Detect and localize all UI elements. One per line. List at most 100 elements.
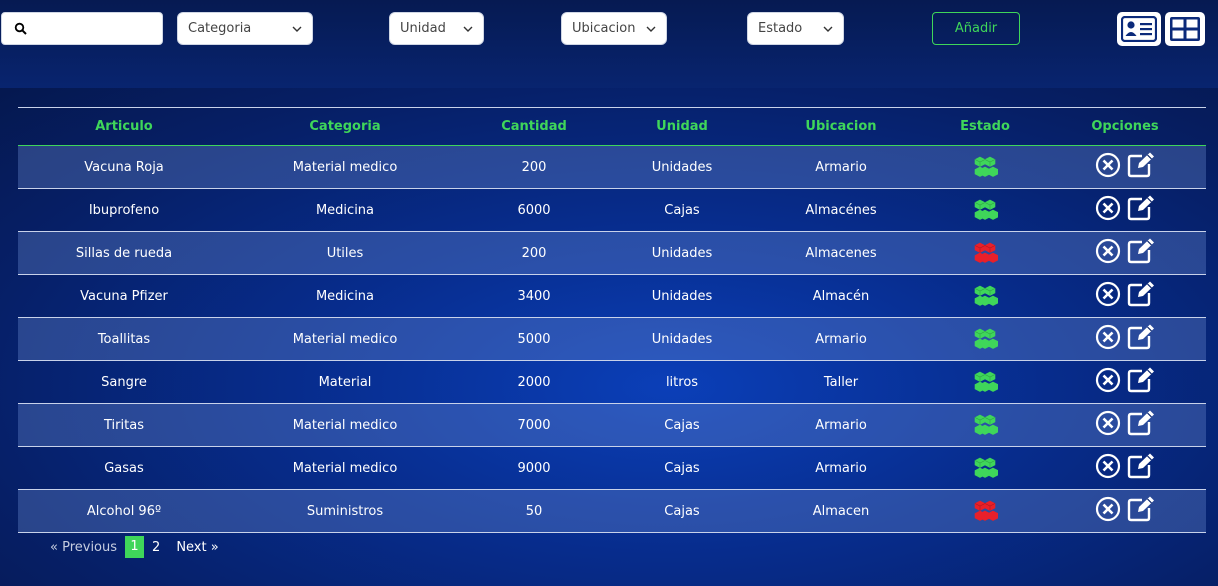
stock-low-boxes-icon xyxy=(972,500,999,522)
table-row[interactable]: Vacuna Roja Material medico 200 Unidades Arm… xyxy=(18,145,1206,189)
ubicacion-filter-label: Ubicacion xyxy=(572,21,636,36)
cell-unidad: Cajas xyxy=(664,202,700,218)
chevron-down-icon xyxy=(646,26,656,32)
cell-cantidad: 200 xyxy=(521,245,547,261)
cell-articulo: Vacuna Roja xyxy=(84,159,164,175)
grid-view-icon xyxy=(1170,17,1200,41)
cell-opciones xyxy=(1044,447,1206,490)
delete-icon[interactable] xyxy=(1095,281,1121,307)
estado-filter[interactable]: Estado xyxy=(747,12,844,45)
cell-unidad: Unidades xyxy=(651,159,713,175)
table-row[interactable]: Ibuprofeno Medicina 6000 Cajas Almacénes xyxy=(18,189,1206,232)
column-header-unidad[interactable]: Unidad xyxy=(608,108,756,146)
unidad-filter-label: Unidad xyxy=(400,21,446,36)
chevron-down-icon xyxy=(823,26,833,32)
edit-icon[interactable] xyxy=(1127,324,1155,350)
cell-categoria: Medicina xyxy=(315,288,375,304)
column-header-articulo[interactable]: Articulo xyxy=(18,108,230,146)
cell-categoria: Material medico xyxy=(292,417,398,433)
column-header-ubicacion[interactable]: Ubicacion xyxy=(756,108,926,146)
cell-cantidad: 50 xyxy=(525,503,543,519)
table-row[interactable]: Sangre Material 2000 litros Taller xyxy=(18,361,1206,404)
delete-icon[interactable] xyxy=(1095,367,1121,393)
ubicacion-filter[interactable]: Ubicacion xyxy=(561,12,667,45)
column-header-opciones: Opciones xyxy=(1091,119,1159,134)
search-icon xyxy=(14,22,27,35)
cell-ubicacion: Armario xyxy=(815,460,867,476)
search-box[interactable] xyxy=(1,12,163,45)
cell-estado xyxy=(926,232,1044,275)
edit-icon[interactable] xyxy=(1127,152,1155,178)
search-input[interactable] xyxy=(32,17,157,41)
cell-opciones xyxy=(1044,146,1206,189)
cell-categoria: Material medico xyxy=(292,159,398,175)
delete-icon[interactable] xyxy=(1095,496,1121,522)
inventory-panel: Articulo Categoria Cantidad Unidad Ubica… xyxy=(0,88,1218,586)
edit-icon[interactable] xyxy=(1127,453,1155,479)
cell-estado xyxy=(926,275,1044,318)
edit-icon[interactable] xyxy=(1127,281,1155,307)
cell-articulo: Ibuprofeno xyxy=(88,202,160,218)
categoria-filter-label: Categoria xyxy=(188,21,252,36)
table-row[interactable]: Toallitas Material medico 5000 Unidades Arma… xyxy=(18,317,1206,361)
delete-icon[interactable] xyxy=(1095,238,1121,264)
cell-estado xyxy=(926,490,1044,533)
cell-cantidad: 200 xyxy=(521,159,547,175)
cell-cantidad: 7000 xyxy=(517,417,551,433)
cell-ubicacion: Armario xyxy=(815,417,867,433)
delete-icon[interactable] xyxy=(1095,453,1121,479)
table-row[interactable]: Vacuna Pfizer Medicina 3400 Unidades Almacén xyxy=(18,275,1206,318)
stock-ok-boxes-icon xyxy=(972,285,999,307)
unidad-filter[interactable]: Unidad xyxy=(389,12,484,45)
cell-estado xyxy=(926,146,1044,189)
column-header-cantidad[interactable]: Cantidad xyxy=(460,108,608,146)
cell-categoria: Suministros xyxy=(306,503,384,519)
cell-categoria: Medicina xyxy=(315,202,375,218)
cell-estado xyxy=(926,318,1044,361)
categoria-filter[interactable]: Categoria xyxy=(177,12,313,45)
table-row[interactable]: Alcohol 96º Suministros 50 Cajas Almacen xyxy=(18,489,1206,533)
table-header-row: Articulo Categoria Cantidad Unidad Ubica… xyxy=(18,107,1206,146)
table-row[interactable]: Gasas Material medico 9000 Cajas Armario xyxy=(18,447,1206,490)
edit-icon[interactable] xyxy=(1127,195,1155,221)
cell-categoria: Utiles xyxy=(326,245,364,261)
card-view-button[interactable] xyxy=(1117,12,1161,46)
edit-icon[interactable] xyxy=(1127,238,1155,264)
cell-ubicacion: Armario xyxy=(815,331,867,347)
edit-icon[interactable] xyxy=(1127,410,1155,436)
top-toolbar: Categoria Unidad Ubicacion Estado Añadir xyxy=(0,0,1218,88)
inventory-table: Articulo Categoria Cantidad Unidad Ubica… xyxy=(18,107,1206,533)
table-row[interactable]: Sillas de rueda Utiles 200 Unidades Almacene… xyxy=(18,231,1206,275)
column-header-estado[interactable]: Estado xyxy=(926,108,1044,146)
cell-ubicacion: Almacénes xyxy=(805,202,877,218)
cell-estado xyxy=(926,404,1044,447)
cell-articulo: Sillas de rueda xyxy=(75,245,173,261)
cell-articulo: Vacuna Pfizer xyxy=(80,288,168,304)
cell-opciones xyxy=(1044,189,1206,232)
cell-categoria: Material xyxy=(318,374,372,390)
delete-icon[interactable] xyxy=(1095,324,1121,350)
column-header-categoria[interactable]: Categoria xyxy=(230,108,460,146)
cell-articulo: Gasas xyxy=(104,460,144,476)
pagination-previous[interactable]: « Previous xyxy=(46,540,121,555)
grid-view-button[interactable] xyxy=(1165,12,1205,46)
stock-ok-boxes-icon xyxy=(972,371,999,393)
cell-estado xyxy=(926,189,1044,232)
cell-ubicacion: Almacen xyxy=(812,503,870,519)
cell-cantidad: 2000 xyxy=(517,374,551,390)
delete-icon[interactable] xyxy=(1095,410,1121,436)
edit-icon[interactable] xyxy=(1127,496,1155,522)
edit-icon[interactable] xyxy=(1127,367,1155,393)
pagination-next[interactable]: Next » xyxy=(172,540,222,555)
table-row[interactable]: Tiritas Material medico 7000 Cajas Armario xyxy=(18,403,1206,447)
cell-ubicacion: Taller xyxy=(823,374,859,390)
pagination-page[interactable]: 2 xyxy=(148,540,164,555)
pagination-page-current[interactable]: 1 xyxy=(125,536,145,558)
cell-unidad: Unidades xyxy=(651,331,713,347)
row-actions xyxy=(1095,453,1155,479)
row-actions xyxy=(1095,496,1155,522)
add-button[interactable]: Añadir xyxy=(932,12,1020,45)
delete-icon[interactable] xyxy=(1095,152,1121,178)
delete-icon[interactable] xyxy=(1095,195,1121,221)
cell-ubicacion: Armario xyxy=(815,159,867,175)
